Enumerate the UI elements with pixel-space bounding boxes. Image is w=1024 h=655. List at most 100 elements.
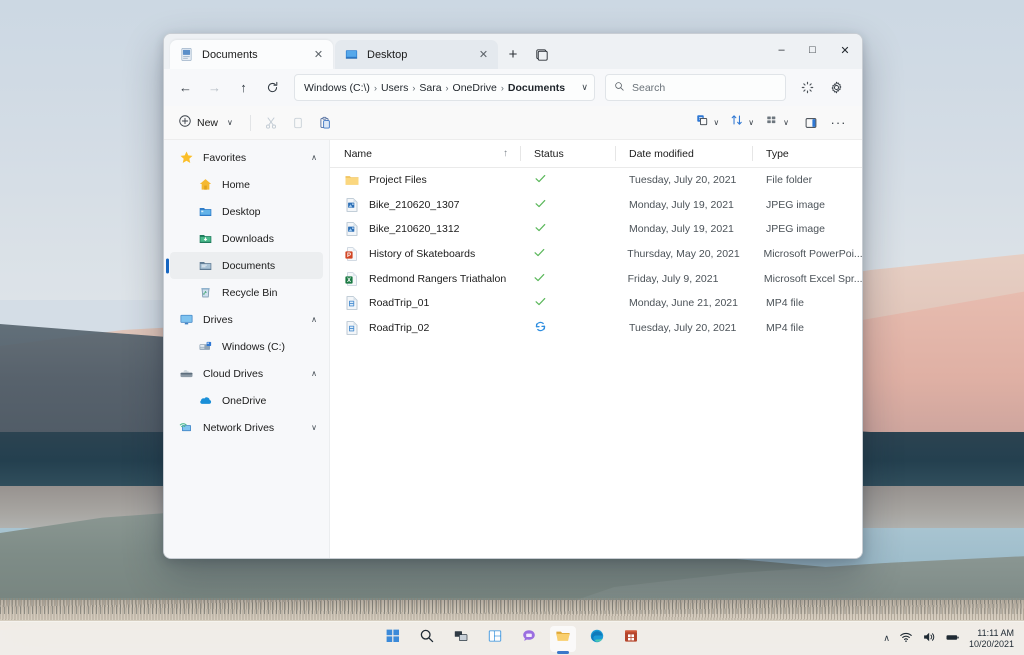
sidebar-item-cloud-drives[interactable]: Cloud Drives ∧ (170, 360, 323, 387)
breadcrumb[interactable]: Windows (C:\) › Users › Sara › OneDrive … (294, 74, 595, 101)
column-header-type[interactable]: Type (752, 140, 862, 167)
tab-list-icon[interactable] (528, 41, 554, 67)
breadcrumb-separator: › (445, 83, 450, 93)
excel-icon: X (344, 271, 360, 287)
sidebar-item-favorites[interactable]: Favorites ∧ (170, 144, 323, 171)
downloads-icon (197, 231, 213, 247)
task-view-icon (453, 628, 469, 649)
search-input[interactable]: Search (605, 74, 786, 101)
navbar-right-actions (794, 74, 850, 101)
sidebar-item-desktop[interactable]: Desktop (170, 198, 323, 225)
share-icon (695, 113, 709, 132)
sidebar-item-windows-c[interactable]: Windows (C:) (170, 333, 323, 360)
table-row[interactable]: Project Files Tuesday, July 20, 2021 Fil… (330, 168, 862, 193)
cut-icon[interactable] (258, 110, 285, 135)
search-button[interactable] (414, 626, 440, 652)
chat-button[interactable] (516, 626, 542, 652)
minimize-button[interactable]: – (766, 34, 797, 66)
sidebar-item-label: Documents (222, 260, 275, 272)
column-header-name[interactable]: Name ↑ (330, 140, 520, 167)
sidebar-item-label: OneDrive (222, 395, 266, 407)
battery-icon[interactable] (945, 630, 960, 648)
table-row[interactable]: Bike_210620_1307 Monday, July 19, 2021 J… (330, 193, 862, 218)
sidebar-item-recycle-bin[interactable]: Recycle Bin (170, 279, 323, 306)
sort-group[interactable]: ∨ (727, 113, 761, 132)
tray-overflow-button[interactable]: ∧ (883, 633, 890, 644)
volume-icon[interactable] (922, 630, 936, 647)
column-header-date-modified[interactable]: Date modified (615, 140, 752, 167)
sidebar-item-network-drives[interactable]: Network Drives ∨ (170, 414, 323, 441)
file-type: MP4 file (752, 322, 862, 334)
file-name-cell: RoadTrip_02 (330, 320, 520, 336)
forward-button[interactable]: → (201, 74, 228, 101)
tab-close-button[interactable]: ✕ (475, 46, 492, 63)
tab-close-button[interactable]: ✕ (310, 46, 327, 63)
file-type: MP4 file (752, 297, 862, 309)
breadcrumb-segment[interactable]: OneDrive (453, 82, 497, 94)
cloud-drive-icon (178, 366, 194, 382)
system-tray: ∧ (883, 628, 1018, 649)
breadcrumb-segment-current[interactable]: Documents (508, 82, 565, 94)
table-row[interactable]: RoadTrip_02 Tuesday, July 20, 202 (330, 316, 862, 341)
chevron-down-icon[interactable]: ∨ (779, 118, 793, 127)
clock[interactable]: 11:11 AM 10/20/2021 (969, 628, 1018, 649)
hard-drive-icon (197, 339, 213, 355)
copy-icon[interactable] (285, 110, 312, 135)
edge-button[interactable] (584, 626, 610, 652)
chevron-up-icon[interactable]: ∧ (311, 153, 317, 162)
tab-desktop[interactable]: Desktop ✕ (335, 40, 498, 69)
file-status-cell (520, 221, 615, 237)
svg-text:X: X (347, 278, 351, 284)
onedrive-icon (197, 393, 213, 409)
sidebar-item-downloads[interactable]: Downloads (170, 225, 323, 252)
widgets-button[interactable] (482, 626, 508, 652)
chevron-down-icon[interactable]: ∨ (581, 82, 588, 93)
maximize-button[interactable]: □ (797, 34, 828, 66)
file-explorer-button[interactable] (550, 626, 576, 652)
tab-documents[interactable]: Documents ✕ (170, 40, 333, 69)
chevron-up-icon[interactable]: ∧ (311, 369, 317, 378)
sidebar-item-documents[interactable]: Documents (170, 252, 323, 279)
view-group[interactable]: ∨ (762, 113, 796, 132)
command-bar-right: ∨ ∨ (692, 110, 852, 135)
task-view-button[interactable] (448, 626, 474, 652)
up-button[interactable]: ↑ (230, 74, 257, 101)
chevron-down-icon[interactable]: ∨ (311, 423, 317, 432)
navigation-bar: ← → ↑ Windows (C:\) › Users › Sara › One… (164, 69, 862, 106)
command-bar: New ∨ (164, 106, 862, 140)
more-options-icon[interactable]: ··· (825, 110, 852, 135)
breadcrumb-separator: › (500, 83, 505, 93)
table-row[interactable]: RoadTrip_01 Monday, June 21, 2021 MP4 fi… (330, 291, 862, 316)
refresh-button[interactable] (259, 74, 286, 101)
table-row[interactable]: X Redmond Rangers Triathalon Friday, Jul… (330, 266, 862, 291)
widgets-icon (487, 628, 503, 649)
table-row[interactable]: Bike_210620_1312 Monday, July 19, 2021 J… (330, 217, 862, 242)
chevron-up-icon[interactable]: ∧ (311, 315, 317, 324)
microsoft-store-button[interactable] (618, 626, 644, 652)
file-type: JPEG image (752, 223, 862, 235)
back-button[interactable]: ← (172, 74, 199, 101)
breadcrumb-segment[interactable]: Windows (C:\) (304, 82, 370, 94)
wifi-icon[interactable] (899, 630, 913, 647)
paste-icon[interactable] (312, 110, 339, 135)
details-pane-icon[interactable] (797, 110, 824, 135)
share-group[interactable]: ∨ (692, 113, 726, 132)
gear-icon[interactable] (823, 74, 850, 101)
close-button[interactable]: ✕ (828, 34, 862, 66)
sidebar-item-onedrive[interactable]: OneDrive (170, 387, 323, 414)
file-list-pane: Name ↑ Status Date modified Type (330, 140, 862, 558)
sync-spinner-icon[interactable] (794, 74, 821, 101)
new-tab-button[interactable]: + (500, 41, 526, 67)
file-name: RoadTrip_02 (369, 322, 429, 334)
column-header-status[interactable]: Status (520, 140, 615, 167)
chevron-down-icon[interactable]: ∨ (709, 118, 723, 127)
chevron-down-icon[interactable]: ∨ (223, 118, 237, 127)
sidebar-item-drives[interactable]: Drives ∧ (170, 306, 323, 333)
breadcrumb-segment[interactable]: Users (381, 82, 408, 94)
start-button[interactable] (380, 626, 406, 652)
sidebar-item-home[interactable]: Home (170, 171, 323, 198)
breadcrumb-segment[interactable]: Sara (419, 82, 441, 94)
table-row[interactable]: P History of Skateboards Thursday, May 2… (330, 242, 862, 267)
chevron-down-icon[interactable]: ∨ (744, 118, 758, 127)
new-button[interactable]: New ∨ (174, 110, 243, 135)
